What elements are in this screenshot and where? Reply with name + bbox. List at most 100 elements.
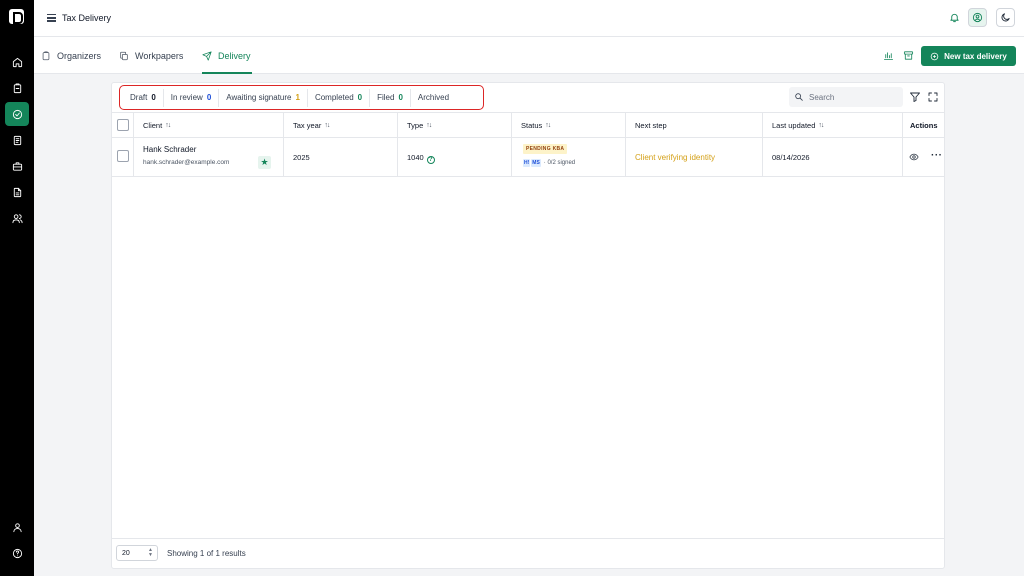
filter-in-review[interactable]: In review 0 [164, 88, 220, 107]
plus-circle-icon [930, 52, 939, 60]
filter-draft-label: Draft [130, 93, 148, 102]
search-box [789, 87, 903, 107]
deliveries-panel: Draft 0 In review 0 Awaiting signature 1… [111, 82, 945, 569]
cell-last-updated: 08/14/2026 [763, 138, 903, 176]
user-icon[interactable] [5, 515, 29, 539]
tab-organizers-label: Organizers [57, 50, 102, 61]
star-icon[interactable]: ★ [258, 156, 271, 169]
chevron-up-down-icon: ▲ ▼ [148, 547, 153, 558]
status-filter-group: Draft 0 In review 0 Awaiting signature 1… [119, 85, 484, 110]
question-help-icon[interactable]: ? [426, 156, 435, 164]
filter-draft-count: 0 [151, 93, 156, 102]
header-actions-label: Actions [910, 120, 938, 130]
filter-in-review-count: 0 [206, 93, 212, 102]
cell-type: 1040? [398, 138, 512, 176]
sort-icon: ↑↓ [165, 121, 171, 129]
filter-filed[interactable]: Filed 0 [370, 88, 411, 107]
sort-icon: ↑↓ [324, 121, 330, 129]
delivery-icon[interactable] [5, 102, 29, 126]
chart-icon[interactable] [883, 50, 894, 61]
header-tax-year[interactable]: Tax year ↑↓ [284, 113, 398, 137]
tab-delivery[interactable]: Delivery [202, 37, 252, 74]
select-all-checkbox[interactable] [117, 119, 129, 131]
header-client-label: Client [143, 120, 163, 130]
page-size-value: 20 [122, 549, 130, 557]
filter-funnel-icon[interactable] [909, 91, 921, 103]
header-type[interactable]: Type ↑↓ [398, 113, 512, 137]
search-input[interactable] [809, 92, 889, 102]
filter-archived-label: Archived [417, 93, 450, 102]
filter-awaiting-signature[interactable]: Awaiting signature 1 [219, 88, 308, 107]
page-size-select[interactable]: 20 ▲ ▼ [116, 545, 158, 561]
briefcase-icon[interactable] [5, 154, 29, 178]
cell-actions: ··· [903, 138, 944, 176]
client-name[interactable]: Hank Schrader [143, 145, 196, 154]
users-icon[interactable] [5, 206, 29, 230]
row-checkbox[interactable] [117, 150, 129, 162]
header-tax-year-label: Tax year [293, 120, 322, 130]
signed-count: · 0/2 signed [543, 160, 576, 166]
fullscreen-icon[interactable] [927, 91, 939, 103]
new-tax-delivery-button[interactable]: New tax delivery [921, 46, 1016, 66]
last-updated-value: 08/14/2026 [772, 153, 810, 162]
menu-icon[interactable] [47, 14, 56, 22]
new-tax-delivery-label: New tax delivery [944, 51, 1007, 61]
filter-awaiting-signature-count: 1 [295, 93, 300, 102]
results-count: Showing 1 of 1 results [167, 549, 246, 558]
filter-draft[interactable]: Draft 0 [123, 88, 164, 107]
type-value: 1040 [407, 153, 424, 162]
signer-avatar: H! [523, 159, 531, 167]
header-select-col [112, 113, 134, 137]
view-eye-icon[interactable] [909, 152, 919, 162]
filter-completed-label: Completed [314, 93, 354, 102]
help-icon[interactable] [5, 541, 29, 565]
tab-workpapers[interactable]: Workpapers [119, 37, 183, 74]
header-type-label: Type [407, 120, 424, 130]
header-last-updated-label: Last updated [772, 120, 816, 130]
archive-icon[interactable] [903, 50, 914, 61]
search-icon [795, 93, 803, 101]
account-avatar-icon[interactable] [968, 8, 987, 27]
next-step-value: Client verifying identity [635, 153, 716, 162]
filter-in-review-label: In review [170, 93, 203, 102]
header-last-updated[interactable]: Last updated ↑↓ [763, 113, 903, 137]
filter-filed-count: 0 [398, 93, 403, 102]
file-icon[interactable] [5, 180, 29, 204]
sort-icon: ↑↓ [545, 121, 551, 129]
cell-tax-year: 2025 [284, 138, 398, 176]
filter-completed-count: 0 [357, 93, 363, 102]
filter-archived[interactable]: Archived [411, 89, 456, 107]
app-logo[interactable] [9, 9, 24, 24]
home-icon[interactable] [5, 50, 29, 74]
header-status-label: Status [521, 120, 543, 130]
header-next-step: Next step [626, 113, 763, 137]
cell-client: Hank Schrader hank.schrader@example.com … [134, 138, 284, 176]
client-email: hank.schrader@example.com [143, 159, 230, 166]
table-footer: 20 ▲ ▼ Showing 1 of 1 results [112, 538, 944, 568]
header-status[interactable]: Status ↑↓ [512, 113, 626, 137]
clipboard-icon [42, 50, 50, 60]
document-icon[interactable] [5, 128, 29, 152]
clipboard-icon[interactable] [5, 76, 29, 100]
more-options-icon[interactable]: ··· [931, 150, 943, 161]
tab-delivery-label: Delivery [218, 50, 251, 61]
table-row[interactable]: Hank Schrader hank.schrader@example.com … [112, 138, 944, 177]
top-bar: Tax Delivery [34, 0, 1024, 37]
cell-next-step: Client verifying identity [626, 138, 763, 176]
header-client[interactable]: Client ↑↓ [134, 113, 284, 137]
signer-avatar: MS [531, 159, 541, 167]
header-actions: Actions [903, 113, 944, 137]
dark-mode-moon-icon[interactable] [996, 8, 1015, 27]
filter-completed[interactable]: Completed 0 [308, 88, 371, 107]
signer-list: H! MS · 0/2 signed [523, 159, 575, 167]
filter-filed-label: Filed [377, 93, 395, 102]
filter-awaiting-signature-label: Awaiting signature [226, 93, 292, 102]
sidebar [0, 0, 34, 576]
header-next-step-label: Next step [635, 120, 667, 130]
sort-icon: ↑↓ [426, 121, 432, 129]
tab-organizers[interactable]: Organizers [41, 37, 101, 74]
send-icon [202, 50, 212, 61]
tab-workpapers-label: Workpapers [135, 50, 184, 61]
notification-bell-icon[interactable] [945, 8, 964, 27]
copy-icon [120, 51, 128, 60]
